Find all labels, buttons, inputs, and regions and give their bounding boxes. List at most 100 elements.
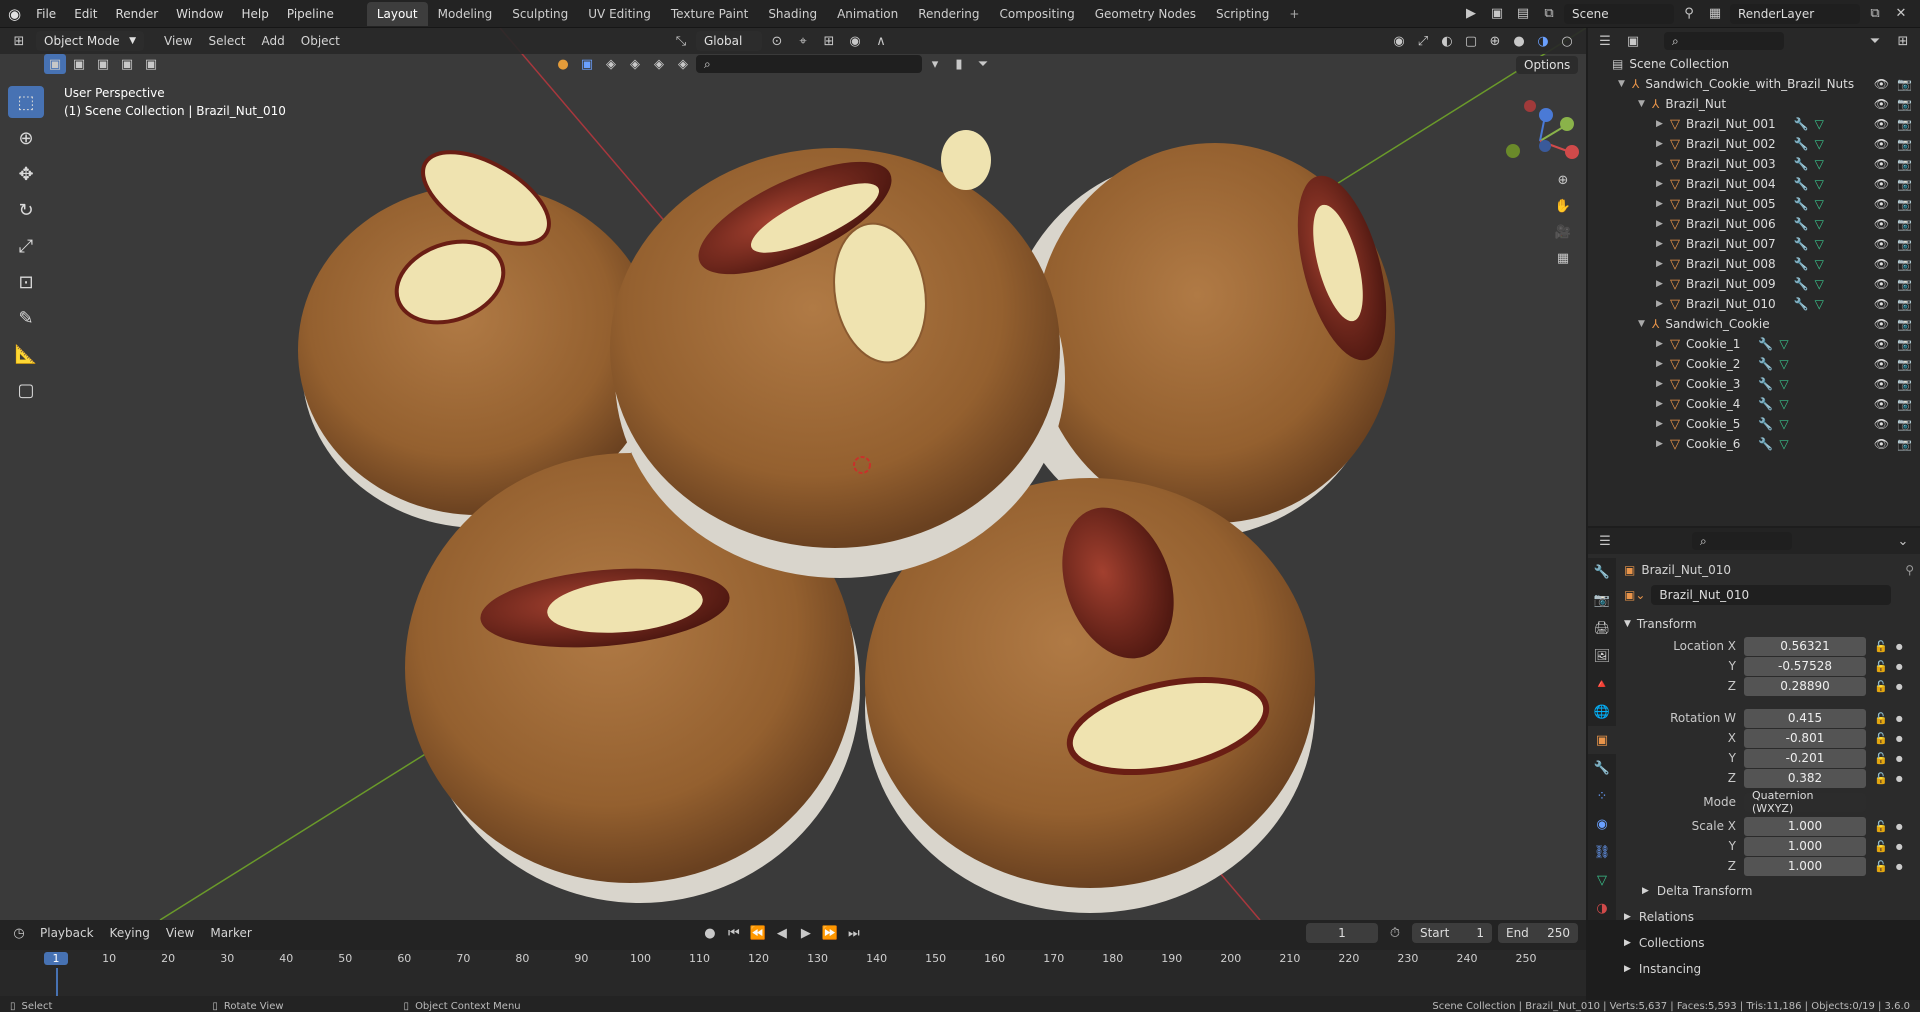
- z-axis-gizmo-icon[interactable]: [1539, 108, 1553, 122]
- mode-selector[interactable]: Object Mode ▼: [36, 31, 144, 51]
- expand-icon[interactable]: ▶: [1656, 139, 1670, 149]
- property-value-field[interactable]: 0.28890: [1744, 676, 1866, 696]
- property-value-field[interactable]: -0.201: [1744, 748, 1866, 768]
- mesh-data-icon[interactable]: ▽: [1815, 277, 1824, 291]
- scale-tool-icon[interactable]: ⤢: [8, 230, 44, 262]
- select-box-tool-icon[interactable]: ⬚: [8, 86, 44, 118]
- tab-geometry-nodes[interactable]: Geometry Nodes: [1085, 2, 1206, 26]
- annotate-tool-icon[interactable]: ✎: [8, 302, 44, 334]
- modifier-icon[interactable]: 🔧: [1794, 117, 1809, 131]
- camera-icon[interactable]: 📷: [1897, 157, 1912, 171]
- keyframe-dot-icon[interactable]: ●: [1896, 734, 1903, 743]
- subpanel-header[interactable]: ▶ Delta Transform: [1624, 880, 1914, 902]
- scene-selector[interactable]: Scene: [1564, 3, 1674, 24]
- camera-icon[interactable]: 📷: [1897, 297, 1912, 311]
- jump-start-icon[interactable]: ⏮: [723, 923, 745, 943]
- property-value-field[interactable]: 0.382: [1744, 768, 1866, 788]
- property-value-field[interactable]: -0.801: [1744, 728, 1866, 748]
- outliner-nut-row[interactable]: ▶ ▽ Brazil_Nut_009 🔧 ▽ 👁 📷: [1612, 274, 1920, 294]
- camera-view-icon[interactable]: 🎥: [1552, 222, 1574, 242]
- material-shading-icon[interactable]: ◑: [1532, 31, 1554, 51]
- camera-icon[interactable]: 📷: [1897, 217, 1912, 231]
- solid-shading-icon[interactable]: ●: [1508, 31, 1530, 51]
- outliner-group-brazil-nut[interactable]: ▼ ⅄ Brazil_Nut 👁 📷: [1612, 94, 1920, 114]
- camera-icon[interactable]: 📷: [1897, 97, 1912, 111]
- lock-icon[interactable]: 🔓: [1874, 820, 1888, 833]
- camera-icon[interactable]: 📷: [1897, 257, 1912, 271]
- modifier-icon[interactable]: 🔧: [1794, 237, 1809, 251]
- blender-logo-icon[interactable]: ◉: [8, 5, 21, 23]
- tab-scripting[interactable]: Scripting: [1206, 2, 1279, 26]
- keyframe-dot-icon[interactable]: ●: [1896, 862, 1903, 871]
- expand-icon[interactable]: ▶: [1656, 359, 1670, 369]
- start-frame-field[interactable]: Start 1: [1411, 923, 1492, 943]
- keyframe-dot-icon[interactable]: ●: [1896, 774, 1903, 783]
- outliner-nut-row[interactable]: ▶ ▽ Brazil_Nut_007 🔧 ▽ 👁 📷: [1612, 234, 1920, 254]
- options-button[interactable]: Options: [1516, 56, 1579, 74]
- measure-tool-icon[interactable]: 📐: [8, 338, 44, 370]
- lock-icon[interactable]: 🔓: [1874, 840, 1888, 853]
- remove-view-layer-icon[interactable]: ✕: [1890, 4, 1912, 24]
- color-icon[interactable]: ●: [552, 54, 574, 74]
- lock-icon[interactable]: 🔓: [1874, 860, 1888, 873]
- modifier-icon[interactable]: 🔧: [1758, 377, 1773, 391]
- modifier-icon[interactable]: 🔧: [1794, 217, 1809, 231]
- camera-icon[interactable]: 📷: [1897, 177, 1912, 191]
- move-tool-icon[interactable]: ✥: [8, 158, 44, 190]
- camera-icon[interactable]: 📷: [1897, 197, 1912, 211]
- pin-icon[interactable]: ⚲: [1678, 4, 1700, 24]
- property-value-field[interactable]: 1.000: [1744, 856, 1866, 876]
- expand-icon[interactable]: ▶: [1656, 159, 1670, 169]
- expand-icon[interactable]: ▶: [1656, 259, 1670, 269]
- tool-tab-icon[interactable]: 🔧: [1588, 558, 1616, 586]
- expand-icon[interactable]: ▶: [1656, 299, 1670, 309]
- render-anim-icon[interactable]: ▤: [1512, 4, 1534, 24]
- eye-icon[interactable]: 👁: [1874, 157, 1889, 171]
- prev-keyframe-icon[interactable]: ⏪: [747, 923, 769, 943]
- outliner-nut-row[interactable]: ▶ ▽ Brazil_Nut_008 🔧 ▽ 👁 📷: [1612, 254, 1920, 274]
- expand-icon[interactable]: ▶: [1656, 199, 1670, 209]
- property-value-field[interactable]: 0.415: [1744, 708, 1866, 728]
- menu-file[interactable]: File: [27, 7, 65, 21]
- menu-marker[interactable]: Marker: [204, 926, 257, 940]
- scene-tab-icon[interactable]: 🔺: [1588, 670, 1616, 698]
- subpanel-header[interactable]: ▶ Instancing: [1624, 958, 1914, 980]
- camera-icon[interactable]: 📷: [1897, 117, 1912, 131]
- expand-icon[interactable]: ▶: [1656, 399, 1670, 409]
- eye-icon[interactable]: 👁: [1874, 197, 1889, 211]
- tab-layout[interactable]: Layout: [366, 1, 428, 26]
- playhead[interactable]: [56, 968, 58, 996]
- eye-icon[interactable]: 👁: [1874, 277, 1889, 291]
- eye-icon[interactable]: 👁: [1874, 417, 1889, 431]
- outliner-cookie-row[interactable]: ▶ ▽ Cookie_4 🔧 ▽ 👁 📷: [1612, 394, 1920, 414]
- zoom-icon[interactable]: ⊕: [1552, 170, 1574, 190]
- object-data-icon[interactable]: ▣⌄: [1624, 588, 1645, 602]
- tab-animation[interactable]: Animation: [827, 2, 908, 26]
- material-tab-icon[interactable]: ◑: [1588, 894, 1616, 922]
- outliner-cookie-row[interactable]: ▶ ▽ Cookie_1 🔧 ▽ 👁 📷: [1612, 334, 1920, 354]
- mesh-data-icon[interactable]: ▽: [1815, 137, 1824, 151]
- mesh-data-icon[interactable]: ▽: [1815, 197, 1824, 211]
- eye-icon[interactable]: 👁: [1874, 377, 1889, 391]
- mesh-data-icon[interactable]: ▽: [1815, 157, 1824, 171]
- menu-object[interactable]: Object: [293, 34, 348, 48]
- select-extend-icon[interactable]: ▣: [68, 54, 90, 74]
- view-layer-tab-icon[interactable]: 🖼: [1588, 642, 1616, 670]
- collection-icon[interactable]: ▮: [948, 54, 970, 74]
- add-workspace-icon[interactable]: +: [1279, 2, 1309, 26]
- outliner-root[interactable]: ▤ Scene Collection: [1612, 54, 1920, 74]
- outliner-group-sandwich-cookie[interactable]: ▼ ⅄ Sandwich_Cookie 👁 📷: [1612, 314, 1920, 334]
- expand-icon[interactable]: ▶: [1656, 339, 1670, 349]
- tab-sculpting[interactable]: Sculpting: [502, 2, 578, 26]
- eye-icon[interactable]: 👁: [1874, 297, 1889, 311]
- x-axis-gizmo-icon[interactable]: [1565, 145, 1579, 159]
- menu-timeline-view[interactable]: View: [160, 926, 200, 940]
- tab-shading[interactable]: Shading: [758, 2, 827, 26]
- camera-icon[interactable]: 📷: [1897, 437, 1912, 451]
- eye-icon[interactable]: 👁: [1874, 437, 1889, 451]
- expand-icon[interactable]: ▶: [1656, 379, 1670, 389]
- menu-help[interactable]: Help: [233, 7, 278, 21]
- transform-orientation-selector[interactable]: Global: [696, 31, 762, 51]
- camera-icon[interactable]: 📷: [1897, 357, 1912, 371]
- mesh-data-icon[interactable]: ▽: [1779, 357, 1788, 371]
